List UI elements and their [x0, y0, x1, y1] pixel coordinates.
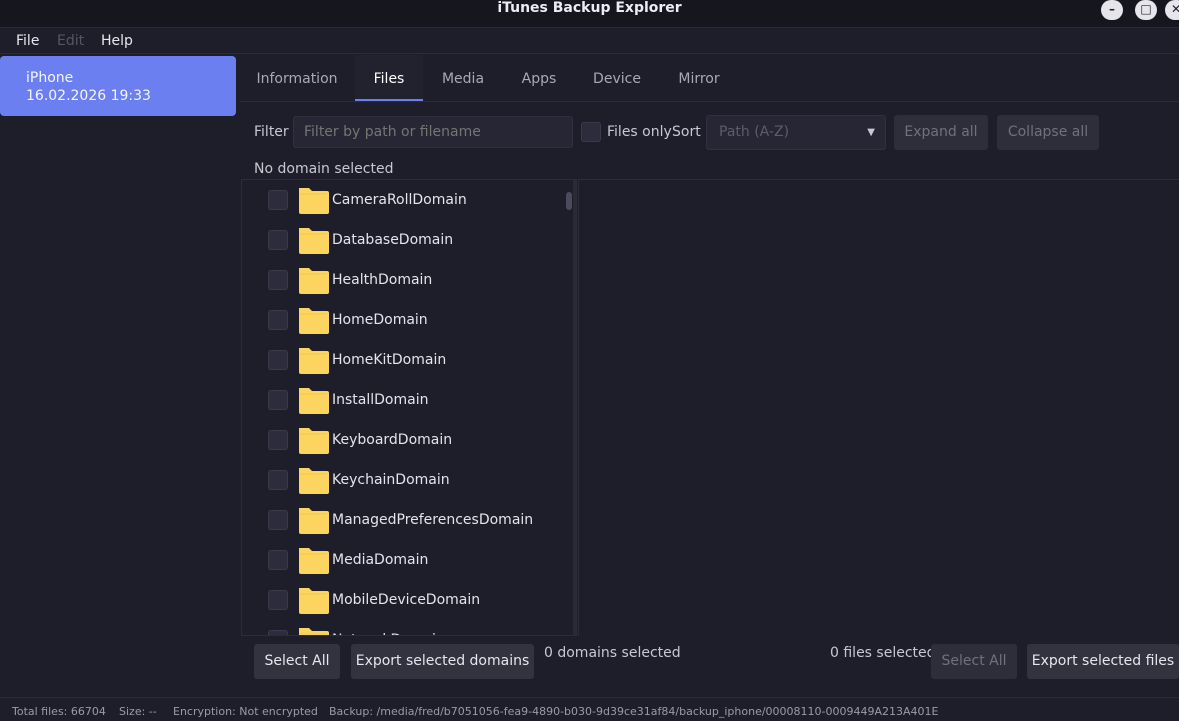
files-only-checkbox[interactable] [581, 122, 601, 142]
tab-device[interactable]: Device [583, 55, 651, 101]
sort-label: Sort [672, 124, 701, 140]
tree-scrollbar[interactable] [573, 180, 576, 635]
domain-name: HomeDomain [332, 312, 428, 328]
select-all-domains-button[interactable]: Select All [254, 644, 340, 679]
domain-row[interactable]: NetworkDomain [242, 620, 562, 635]
domain-name: NetworkDomain [332, 632, 445, 635]
tab-bar: Information Files Media Apps Device Mirr… [240, 55, 1179, 102]
status-encryption: Encryption: Not encrypted [173, 705, 318, 718]
folder-icon [299, 588, 329, 614]
device-name: iPhone [26, 70, 74, 86]
collapse-all-button[interactable]: Collapse all [997, 115, 1099, 150]
domain-row[interactable]: ManagedPreferencesDomain [242, 500, 562, 540]
domain-checkbox[interactable] [268, 510, 288, 530]
status-total-files: Total files: 66704 [12, 705, 106, 718]
export-selected-domains-button[interactable]: Export selected domains [351, 644, 534, 679]
filter-input[interactable] [293, 116, 573, 148]
domain-row[interactable]: MobileDeviceDomain [242, 580, 562, 620]
domain-tree[interactable]: NetworkDomain MobileDeviceDomain MediaDoma… [241, 179, 577, 636]
tab-files[interactable]: Files [355, 55, 423, 101]
folder-icon [299, 548, 329, 574]
folder-icon [299, 468, 329, 494]
sort-select-value: Path (A-Z) [719, 124, 790, 140]
tab-apps[interactable]: Apps [508, 55, 570, 101]
folder-icon [299, 628, 329, 635]
expand-all-button[interactable]: Expand all [894, 115, 988, 150]
domain-row[interactable]: DatabaseDomain [242, 220, 562, 260]
close-icon[interactable]: ✕ [1165, 0, 1179, 20]
folder-icon [299, 188, 329, 214]
tab-media[interactable]: Media [430, 55, 496, 101]
menu-bar: File Edit Help [0, 28, 1179, 54]
folder-icon [299, 228, 329, 254]
domain-name: MobileDeviceDomain [332, 592, 481, 608]
sort-select[interactable]: Path (A-Z) ▼ [706, 115, 886, 150]
filter-label: Filter [254, 124, 289, 140]
domain-name: ManagedPreferencesDomain [332, 512, 534, 528]
sidebar: iPhone 16.02.2026 19:33 [0, 55, 238, 695]
folder-icon [299, 348, 329, 374]
minimize-icon[interactable]: – [1101, 0, 1123, 20]
folder-icon [299, 428, 329, 454]
domain-checkbox[interactable] [268, 230, 288, 250]
title-bar: iTunes Backup Explorer – □ ✕ [0, 0, 1179, 28]
domain-name: DatabaseDomain [332, 232, 454, 248]
domain-name: HomeKitDomain [332, 352, 447, 368]
select-all-files-button[interactable]: Select All [931, 644, 1017, 679]
domain-name: InstallDomain [332, 392, 429, 408]
domain-name: MediaDomain [332, 552, 429, 568]
domain-checkbox[interactable] [268, 190, 288, 210]
tab-mirror[interactable]: Mirror [664, 55, 734, 101]
window-title: iTunes Backup Explorer [497, 0, 682, 16]
domain-checkbox[interactable] [268, 390, 288, 410]
menu-help[interactable]: Help [101, 33, 133, 49]
domain-row[interactable]: KeyboardDomain [242, 420, 562, 460]
domain-row[interactable]: HomeKitDomain [242, 340, 562, 380]
tree-scroll-handle[interactable] [566, 192, 572, 210]
domains-selected-count: 0 domains selected [544, 645, 681, 661]
domain-checkbox[interactable] [268, 550, 288, 570]
status-size: Size: -- [119, 705, 157, 718]
domain-row[interactable]: CameraRollDomain [242, 180, 562, 220]
menu-file[interactable]: File [16, 33, 39, 49]
domain-row[interactable]: HealthDomain [242, 260, 562, 300]
status-bar: Total files: 66704 Size: -- Encryption: … [0, 697, 1179, 721]
file-list-panel [578, 179, 1179, 636]
device-item[interactable]: iPhone 16.02.2026 19:33 [0, 56, 236, 116]
domain-checkbox[interactable] [268, 630, 288, 635]
files-only-label: Files only [607, 124, 672, 140]
export-selected-files-button[interactable]: Export selected files [1027, 644, 1179, 679]
domain-checkbox[interactable] [268, 310, 288, 330]
domain-row[interactable]: HomeDomain [242, 300, 562, 340]
chevron-down-icon: ▼ [867, 127, 875, 138]
files-selected-count: 0 files selected [830, 645, 936, 661]
domain-name: HealthDomain [332, 272, 433, 288]
domain-checkbox[interactable] [268, 270, 288, 290]
menu-edit[interactable]: Edit [57, 33, 84, 49]
domain-checkbox[interactable] [268, 470, 288, 490]
domain-name: KeyboardDomain [332, 432, 453, 448]
folder-icon [299, 308, 329, 334]
domain-checkbox[interactable] [268, 590, 288, 610]
domain-row[interactable]: InstallDomain [242, 380, 562, 420]
folder-icon [299, 388, 329, 414]
domain-name: CameraRollDomain [332, 192, 467, 208]
device-backup-date: 16.02.2026 19:33 [26, 88, 151, 104]
domain-selection-status: No domain selected [254, 161, 394, 177]
tab-information[interactable]: Information [245, 55, 349, 101]
folder-icon [299, 508, 329, 534]
domain-row[interactable]: MediaDomain [242, 540, 562, 580]
folder-icon [299, 268, 329, 294]
status-backup-path: Backup: /media/fred/b7051056-fea9-4890-b… [329, 705, 939, 718]
domain-checkbox[interactable] [268, 430, 288, 450]
domain-row[interactable]: KeychainDomain [242, 460, 562, 500]
maximize-icon[interactable]: □ [1135, 0, 1157, 20]
domain-checkbox[interactable] [268, 350, 288, 370]
domain-name: KeychainDomain [332, 472, 450, 488]
